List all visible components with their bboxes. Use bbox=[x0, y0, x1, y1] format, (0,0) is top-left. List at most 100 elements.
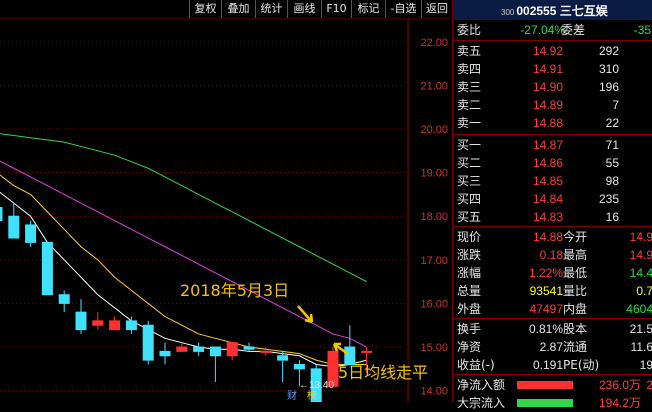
back-button[interactable]: 返回 bbox=[421, 0, 452, 18]
candle-body bbox=[361, 350, 373, 353]
stat-value-2: 0.7 bbox=[636, 284, 652, 298]
stock-header: 300 002555 三七互娱 bbox=[453, 0, 652, 20]
flow-row: 大宗流入 194.2万 bbox=[453, 394, 652, 412]
y-tick-label: 19.00 bbox=[420, 168, 448, 180]
kline-chart[interactable]: 22.00 21.00 20.00 19.00 18.00 17.00 16.00 15.00… bbox=[0, 0, 452, 402]
flow-extra: 2 bbox=[646, 378, 652, 392]
bid-label: 买二 bbox=[457, 156, 482, 170]
weibi-label: 委比 bbox=[457, 23, 482, 37]
ask-row: 卖三 14.90 196 bbox=[453, 78, 652, 96]
stat2-label: 净资 bbox=[457, 340, 482, 354]
stat-row: 涨幅 1.22% 最低 14.4 bbox=[453, 264, 652, 282]
ask-label: 卖一 bbox=[457, 116, 482, 130]
ask-label: 卖五 bbox=[457, 44, 482, 58]
y-tick-label: 20.00 bbox=[420, 124, 448, 136]
candle-body bbox=[293, 363, 305, 370]
bid-price: 14.87 bbox=[532, 138, 563, 152]
stat-row: 总量 93541 量比 0.7 bbox=[453, 282, 652, 300]
stat-label: 外盘 bbox=[457, 302, 482, 316]
candle-body bbox=[226, 342, 238, 357]
stat-label-2: 最高 bbox=[563, 248, 588, 262]
date-annotation: 2018年5月3日 bbox=[180, 281, 289, 300]
ask-row: 卖一 14.88 22 bbox=[453, 114, 652, 132]
ask-price: 14.92 bbox=[532, 44, 563, 58]
stats-button[interactable]: 统计 bbox=[255, 0, 287, 18]
stat-label-2: 最低 bbox=[563, 266, 588, 280]
ask-price: 14.91 bbox=[532, 62, 563, 76]
candle-body bbox=[25, 224, 37, 243]
flow-label: 大宗流入 bbox=[457, 396, 506, 410]
y-tick-label: 18.00 bbox=[420, 211, 448, 223]
ask-label: 卖二 bbox=[457, 98, 482, 112]
ma-line bbox=[0, 174, 367, 365]
stat-row: 外盘 47497 内盘 4604 bbox=[453, 300, 652, 318]
overlay-button[interactable]: 叠加 bbox=[221, 0, 255, 18]
bid-price: 14.86 bbox=[532, 156, 563, 170]
candle-body bbox=[58, 294, 70, 304]
y-tick-label: 14.00 bbox=[420, 386, 448, 398]
candle-body bbox=[142, 324, 154, 361]
candle-body bbox=[277, 355, 289, 361]
stat2-label-2: 流通 bbox=[563, 340, 588, 354]
cai-tag[interactable]: 财 bbox=[287, 389, 297, 402]
y-tick-label: 17.00 bbox=[420, 255, 448, 267]
candle-body bbox=[243, 346, 255, 350]
flow-row: 净流入额 236.0万 2 bbox=[453, 376, 652, 394]
bid-label: 买五 bbox=[457, 210, 482, 224]
bid-price: 14.84 bbox=[532, 192, 563, 206]
candle-body bbox=[260, 350, 272, 353]
fuquan-button[interactable]: 复权 bbox=[189, 0, 221, 18]
y-tick-label: 16.00 bbox=[420, 298, 448, 310]
stat-value: 14.88 bbox=[532, 230, 563, 244]
stat-value-2: 14.9 bbox=[629, 230, 652, 244]
quote-panel: 300 002555 三七互娱 委比 -27.04% 委差 -35 卖五 14.9… bbox=[452, 0, 652, 410]
stat2-label: 换手 bbox=[457, 322, 482, 336]
bid-row: 买三 14.85 98 bbox=[453, 172, 652, 190]
bid-label: 买一 bbox=[457, 138, 482, 152]
bid-row: 买一 14.87 71 bbox=[453, 136, 652, 154]
f10-button[interactable]: F10 bbox=[321, 0, 351, 18]
stat2-value-2: 11.6 bbox=[630, 340, 652, 354]
bid-volume: 16 bbox=[605, 210, 619, 224]
flow-bar bbox=[517, 381, 573, 389]
flow-label: 净流入额 bbox=[457, 378, 506, 392]
remove-watchlist-button[interactable]: -自选 bbox=[385, 0, 421, 18]
y-tick-label: 21.00 bbox=[420, 80, 448, 92]
ma-line bbox=[0, 191, 367, 368]
mark-button[interactable]: 标记 bbox=[351, 0, 385, 18]
stat-row: 现价 14.88 今开 14.9 bbox=[453, 228, 652, 246]
chart-toolbar: 复权 叠加 统计 画线 F10 标记 -自选 返回 bbox=[0, 0, 452, 19]
stat2-label-2: PE(动) bbox=[563, 358, 600, 372]
draw-line-button[interactable]: 画线 bbox=[287, 0, 321, 18]
stat-label: 现价 bbox=[457, 230, 482, 244]
ask-label: 卖三 bbox=[457, 80, 482, 94]
y-tick-label: 15.00 bbox=[420, 342, 448, 354]
ask-price: 14.90 bbox=[532, 80, 563, 94]
weibi-row: 委比 -27.04% 委差 -35 bbox=[453, 21, 652, 39]
bid-volume: 71 bbox=[605, 138, 619, 152]
stat-value-2: 14.9 bbox=[629, 248, 652, 262]
bid-volume: 98 bbox=[605, 174, 619, 188]
bid-volume: 235 bbox=[598, 192, 619, 206]
weicha-label: 委差 bbox=[561, 23, 586, 37]
bang-tag[interactable]: 榜 bbox=[307, 389, 317, 402]
candle-body bbox=[0, 207, 3, 222]
stat-label: 总量 bbox=[457, 284, 482, 298]
candle-body bbox=[92, 320, 104, 326]
stat2-value: 2.87 bbox=[539, 340, 563, 354]
bid-row: 买二 14.86 55 bbox=[453, 154, 652, 172]
stat2-value-2: 21.5 bbox=[629, 322, 652, 336]
y-tick-label: 22.00 bbox=[420, 37, 448, 49]
weibi-value: -27.04% bbox=[520, 23, 565, 37]
stat2-value: 0.191 bbox=[532, 358, 563, 372]
stat-value: 93541 bbox=[529, 284, 563, 298]
market-prefix: 300 bbox=[501, 8, 515, 17]
ask-volume: 22 bbox=[605, 116, 619, 130]
candle-body bbox=[109, 320, 121, 331]
flow-bar bbox=[517, 399, 573, 407]
candle-body bbox=[75, 311, 87, 331]
ask-row: 卖二 14.89 7 bbox=[453, 96, 652, 114]
candle-body bbox=[125, 320, 137, 331]
ask-row: 卖四 14.91 310 bbox=[453, 60, 652, 78]
candle-body bbox=[159, 350, 171, 357]
